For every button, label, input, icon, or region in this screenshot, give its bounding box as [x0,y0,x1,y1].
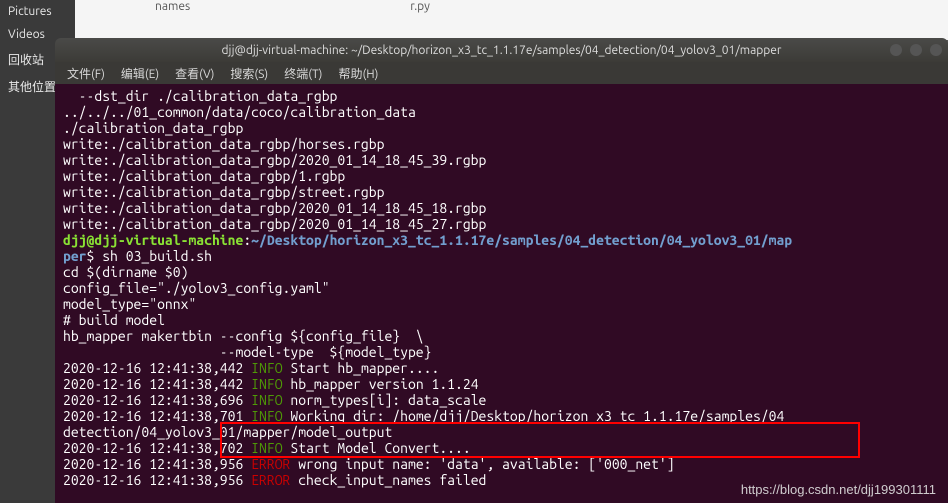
terminal-body[interactable]: --dst_dir ./calibration_data_rgbp ../../… [55,84,948,503]
log-level-info: INFO [251,440,282,456]
timestamp: 2020-12-16 12:41:38,956 [63,456,251,472]
timestamp: 2020-12-16 12:41:38,696 [63,392,251,408]
menu-view[interactable]: 查看(V) [167,63,222,84]
menu-search[interactable]: 搜索(S) [222,63,276,84]
log-msg: hb_mapper version 1.1.24 [283,376,479,392]
minimize-button[interactable] [890,44,902,56]
prompt-colon: : [243,232,251,248]
log-msg-cont: detection/04_yolov3_01/mapper/model_outp… [63,424,392,440]
maximize-button[interactable] [910,44,922,56]
log-msg: check_input_names failed [290,472,486,488]
terminal-line: cd $(dirname $0) [63,264,188,280]
menubar: 文件(F) 编辑(E) 查看(V) 搜索(S) 终端(T) 帮助(H) [55,62,948,84]
log-msg: Start hb_mapper.... [283,360,440,376]
terminal-line: write:./calibration_data_rgbp/street.rgb… [63,184,384,200]
prompt-user: djj@djj-virtual-machine [63,232,243,248]
timestamp: 2020-12-16 12:41:38,956 [63,472,251,488]
timestamp: 2020-12-16 12:41:38,701 [63,408,251,424]
log-level-info: INFO [251,360,282,376]
prompt-path: ~/Desktop/horizon_x3_tc_1.1.17e/samples/… [251,232,792,248]
menu-edit[interactable]: 编辑(E) [113,63,167,84]
menu-file[interactable]: 文件(F) [59,63,113,84]
log-msg: Start Model Convert.... [283,440,471,456]
log-level-error: ERROR [251,472,290,488]
prompt-dollar: $ [87,248,103,264]
terminal-line: hb_mapper makertbin --config ${config_fi… [63,328,424,344]
log-level-info: INFO [251,408,282,424]
titlebar[interactable]: djj@djj-virtual-machine: ~/Desktop/horiz… [55,38,948,62]
log-level-info: INFO [251,376,282,392]
terminal-line: model_type="onnx" [63,296,196,312]
command: sh 03_build.sh [102,248,212,264]
sidebar-item-pictures[interactable]: Pictures [0,0,75,23]
terminal-line: write:./calibration_data_rgbp/horses.rgb… [63,136,384,152]
menu-terminal[interactable]: 终端(T) [276,63,330,84]
file-item[interactable]: names [155,0,190,13]
file-manager-content: names r.py [75,0,948,40]
log-msg: norm_types[i]: data_scale [283,392,487,408]
terminal-line: ../../../01_common/data/coco/calibration… [63,104,416,120]
terminal-line: write:./calibration_data_rgbp/2020_01_14… [63,200,486,216]
terminal-line: config_file="./yolov3_config.yaml" [63,280,330,296]
timestamp: 2020-12-16 12:41:38,442 [63,376,251,392]
log-level-error: ERROR [251,456,290,472]
prompt-path2: per [63,248,87,264]
menu-help[interactable]: 帮助(H) [330,63,386,84]
terminal-window: djj@djj-virtual-machine: ~/Desktop/horiz… [55,38,948,503]
watermark: https://blog.csdn.net/djj199301111 [741,482,936,497]
close-button[interactable] [930,44,942,56]
log-msg: wrong input name: 'data', available: ['0… [290,456,674,472]
window-title: djj@djj-virtual-machine: ~/Desktop/horiz… [222,44,782,57]
terminal-line: write:./calibration_data_rgbp/1.rgbp [63,168,345,184]
log-level-info: INFO [251,392,282,408]
terminal-line: write:./calibration_data_rgbp/2020_01_14… [63,152,486,168]
timestamp: 2020-12-16 12:41:38,702 [63,440,251,456]
terminal-line: --dst_dir ./calibration_data_rgbp [63,88,337,104]
timestamp: 2020-12-16 12:41:38,442 [63,360,251,376]
terminal-line: --model-type ${model_type} [63,344,431,360]
terminal-line: # build model [63,312,165,328]
file-item[interactable]: r.py [410,0,430,13]
terminal-line: ./calibration_data_rgbp [63,120,243,136]
terminal-line: write:./calibration_data_rgbp/2020_01_14… [63,216,486,232]
log-msg: Working dir: /home/djj/Desktop/horizon_x… [283,408,793,424]
